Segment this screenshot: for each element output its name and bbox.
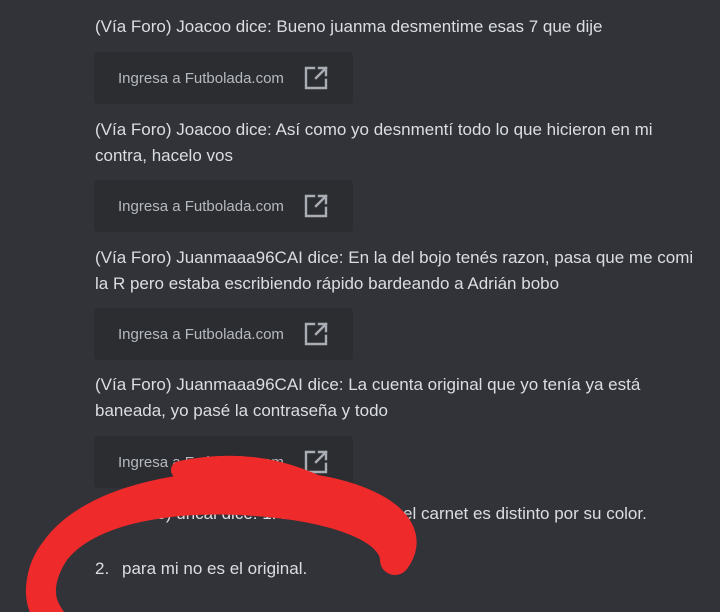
link-label: Ingresa a Futbolada.com [118,69,284,87]
list-item: 2. para mi no es el original. [95,556,307,582]
chat-message: (Vía Foro) Joacoo dice: Bueno juanma des… [95,17,603,36]
futbolada-link-button[interactable]: Ingresa a Futbolada.com [94,436,353,488]
futbolada-link-button[interactable]: Ingresa a Futbolada.com [94,52,353,104]
futbolada-link-button[interactable]: Ingresa a Futbolada.com [94,308,353,360]
external-link-icon [303,449,329,475]
external-link-icon [303,193,329,219]
message-feed: (Vía Foro) Joacoo dice: Bueno juanma des… [0,0,720,612]
external-link-icon [303,321,329,347]
list-number: 2. [95,559,110,578]
list-text: para mi no es el original. [122,559,308,578]
chat-message: (Vía Foro) Juanmaaa96CAI dice: La cuenta… [95,375,641,420]
link-label: Ingresa a Futbolada.com [118,197,284,215]
chat-message: (Vía Foro) Joacoo dice: Así como yo desn… [95,120,653,165]
link-label: Ingresa a Futbolada.com [118,325,284,343]
external-link-icon [303,65,329,91]
chat-message: (Vía Foro) Juanmaaa96CAI dice: En la del… [95,248,694,293]
futbolada-link-button[interactable]: Ingresa a Futbolada.com [94,180,353,232]
chat-message: (Vía Foro) urical dice: 1. ... nada, ya … [95,504,647,523]
link-label: Ingresa a Futbolada.com [118,453,284,471]
